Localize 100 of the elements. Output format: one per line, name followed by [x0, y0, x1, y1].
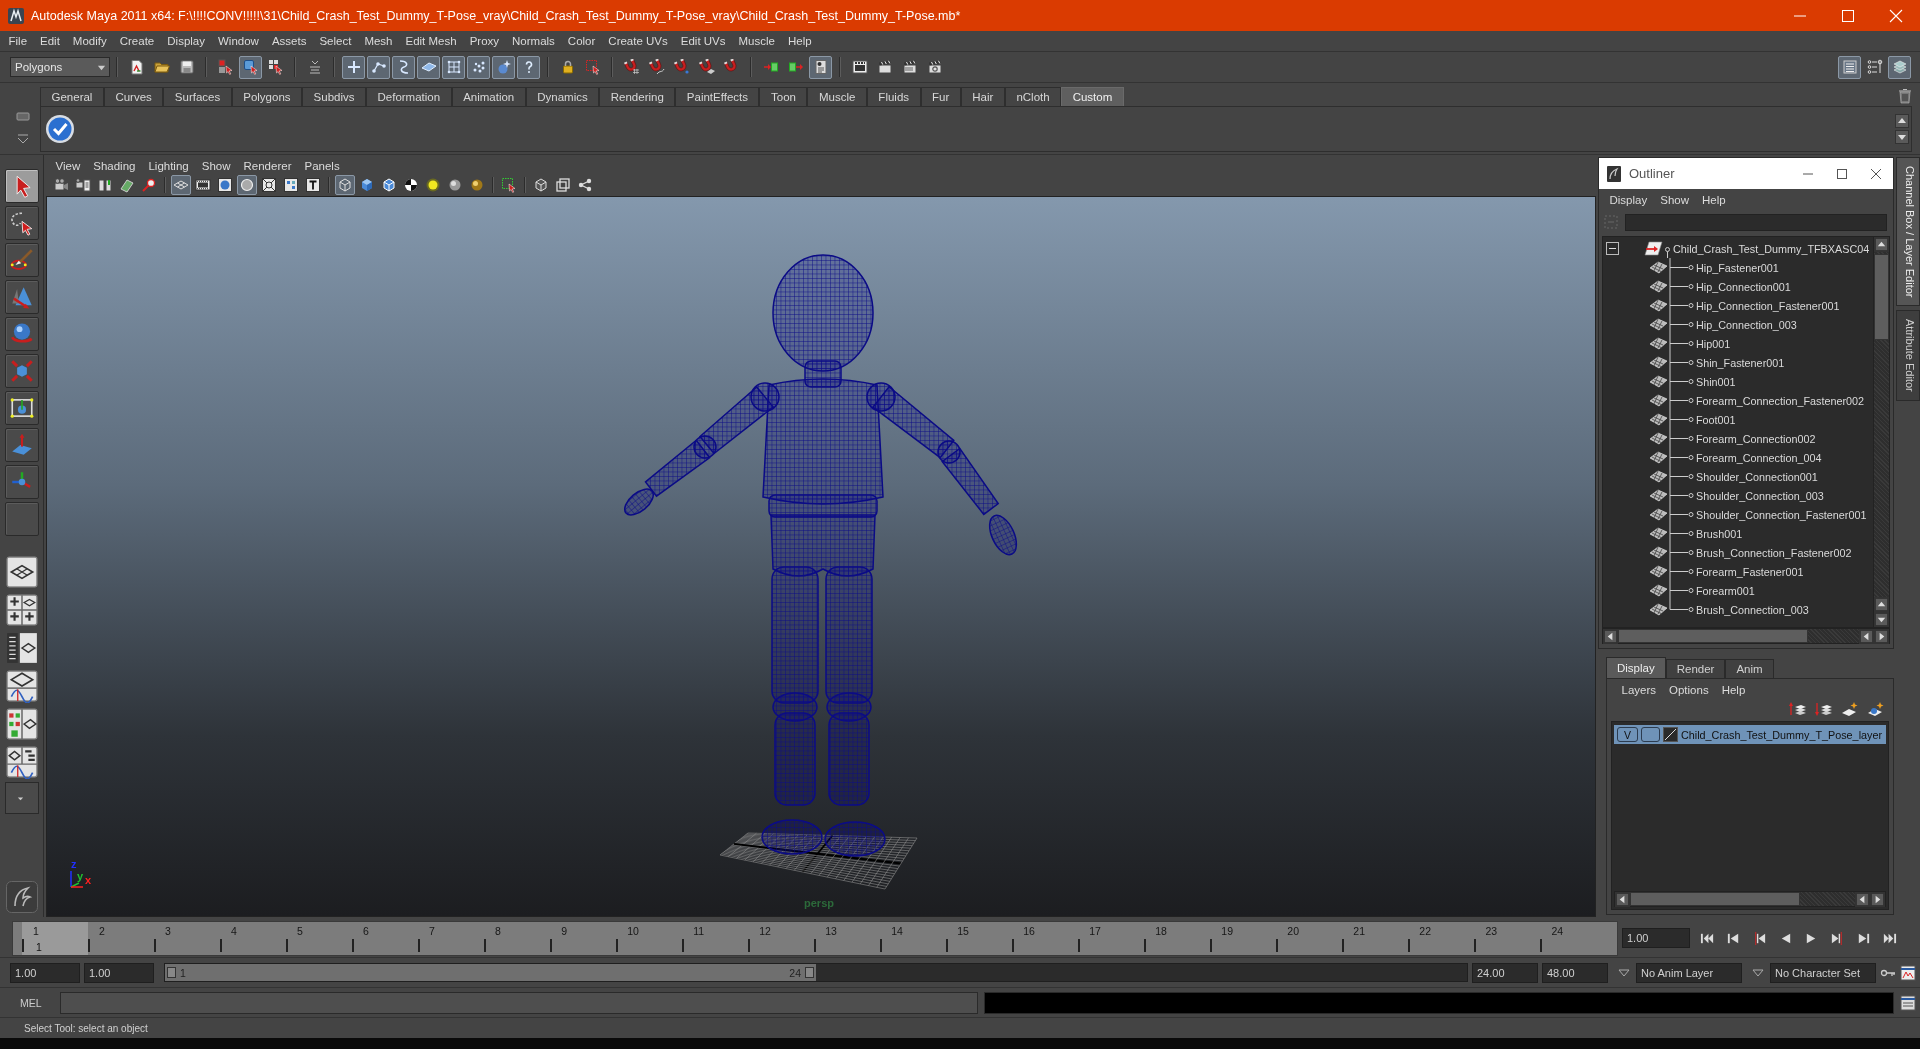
toolbar-button[interactable]	[467, 55, 490, 79]
time-slider[interactable]: 1 1 2 3 4 5 6 7 8 9 10 11 12 13 14 15 16 17 18 19 20 21 22 23 24	[12, 920, 1618, 956]
playback-end-field[interactable]: 24.00	[1472, 962, 1538, 983]
caret-icon[interactable]	[1752, 967, 1764, 978]
menu-item[interactable]: Create	[113, 35, 161, 47]
tool-button[interactable]	[4, 354, 39, 388]
menu-item[interactable]: Panels	[297, 159, 347, 172]
shelf-tab[interactable]: nCloth	[1004, 87, 1062, 106]
menu-item[interactable]: Muscle	[732, 35, 782, 47]
menu-item[interactable]: Edit	[33, 35, 67, 47]
menu-item[interactable]: Renderer	[237, 159, 298, 172]
menu-item[interactable]: Assets	[265, 35, 313, 47]
start-time-field[interactable]: 1.00	[10, 962, 80, 983]
end-time-field[interactable]: 48.00	[1542, 962, 1608, 983]
stack-arrow-down-icon[interactable]	[1815, 701, 1833, 717]
scroll-up-icon[interactable]	[1874, 237, 1889, 252]
shelf-tab[interactable]: Surfaces	[163, 87, 232, 106]
outliner-item[interactable]: Foot001	[1696, 413, 1736, 426]
diagonal-swatch-icon[interactable]	[1663, 727, 1678, 742]
tool-button[interactable]	[4, 169, 39, 203]
layout-button[interactable]	[4, 707, 39, 741]
anim-layer-dropdown[interactable]: No Anim Layer	[1636, 962, 1742, 983]
outliner-item[interactable]: Hip001	[1696, 337, 1731, 350]
menu-item[interactable]: Mesh	[357, 35, 399, 47]
toolbar-button[interactable]	[1838, 55, 1861, 79]
menu-item[interactable]: Window	[211, 35, 266, 47]
scroll-left-icon[interactable]	[1603, 629, 1618, 644]
outliner-item[interactable]: Forearm001	[1696, 584, 1755, 597]
menu-item[interactable]: Layers	[1615, 684, 1663, 696]
scroll-left-icon[interactable]	[1615, 892, 1630, 907]
shelf-tab[interactable]: Rendering	[599, 87, 676, 106]
menu-item[interactable]: Help	[1695, 193, 1733, 206]
outliner-item[interactable]: Shoulder_Connection_003	[1696, 489, 1824, 502]
menu-item[interactable]: Modify	[66, 35, 114, 47]
outliner-item[interactable]: Hip_Connection_Fastener001	[1696, 299, 1840, 312]
toolbar-button[interactable]	[367, 55, 390, 79]
toolbar-button[interactable]	[417, 55, 440, 79]
outliner-item[interactable]: Hip_Connection_003	[1696, 318, 1797, 331]
range-handle-icon[interactable]	[167, 967, 176, 978]
close-icon[interactable]	[1870, 167, 1882, 180]
toolbar-button[interactable]	[303, 175, 323, 195]
tool-button[interactable]	[4, 243, 39, 277]
menu-item[interactable]: Create UVs	[601, 35, 675, 47]
menu-item[interactable]: Normals	[505, 35, 562, 47]
menu-item[interactable]: File	[2, 35, 34, 47]
tool-button[interactable]	[4, 391, 39, 425]
tool-button[interactable]	[4, 206, 39, 240]
scroll-thumb[interactable]	[1618, 629, 1808, 643]
menu-item[interactable]: Show	[195, 159, 237, 172]
layout-button[interactable]	[4, 593, 39, 627]
maximize-icon[interactable]	[1836, 167, 1848, 180]
outliner-item[interactable]: Brush_Connection_003	[1696, 603, 1809, 616]
outliner-item[interactable]: Shin001	[1696, 375, 1736, 388]
menu-item[interactable]: Show	[1653, 193, 1696, 206]
scroll-right-icon[interactable]	[1870, 892, 1885, 907]
command-input[interactable]	[60, 991, 978, 1014]
trash-icon[interactable]	[1898, 88, 1912, 104]
menu-item[interactable]: Help	[1715, 684, 1752, 696]
outliner-item[interactable]: Brush001	[1696, 527, 1743, 540]
menu-item[interactable]: View	[49, 159, 87, 172]
language-toggle[interactable]: MEL	[10, 992, 54, 1013]
outliner-item[interactable]: Hip_Connection001	[1696, 280, 1791, 293]
tool-button[interactable]	[4, 428, 39, 462]
horizontal-scrollbar[interactable]	[1602, 628, 1890, 644]
scroll-thumb[interactable]	[1630, 892, 1800, 906]
editor-tab[interactable]: Anim	[1725, 659, 1774, 678]
layout-button[interactable]	[4, 669, 39, 703]
toolbar-button[interactable]	[809, 55, 832, 79]
menu-item[interactable]: Color	[561, 35, 602, 47]
shelf-tab[interactable]: Toon	[759, 87, 808, 106]
menu-item[interactable]: Help	[781, 35, 819, 47]
scroll-up-icon[interactable]	[1895, 114, 1909, 128]
tool-button[interactable]	[4, 465, 39, 499]
graph-window-icon[interactable]	[1900, 964, 1916, 981]
outliner-item[interactable]: Brush_Connection_Fastener002	[1696, 546, 1852, 559]
shelf-tab[interactable]: Fur	[920, 87, 961, 106]
menu-item[interactable]: Edit UVs	[674, 35, 733, 47]
outliner-item[interactable]: Forearm_Fastener001	[1696, 565, 1804, 578]
side-tab[interactable]: Attribute Editor	[1896, 310, 1920, 402]
scroll-left-icon[interactable]	[1859, 629, 1874, 644]
window-icon[interactable]	[1900, 994, 1916, 1011]
toolbar-button[interactable]	[442, 55, 465, 79]
menu-item[interactable]: Shading	[86, 159, 142, 172]
menu-item[interactable]: Options	[1662, 684, 1716, 696]
shelf-tab[interactable]: PaintEffects	[675, 87, 760, 106]
shelf-tab[interactable]: Custom	[1061, 87, 1124, 106]
shelf-tab[interactable]: Polygons	[231, 87, 303, 106]
editor-tab[interactable]: Render	[1665, 659, 1726, 678]
checkmark-icon[interactable]	[45, 114, 75, 144]
outliner-item[interactable]: Shin_Fastener001	[1696, 356, 1785, 369]
outliner-item[interactable]: Hip_Fastener001	[1696, 261, 1779, 274]
shelf-tab[interactable]: Curves	[103, 87, 164, 106]
shelf-tab[interactable]: Animation	[451, 87, 526, 106]
toolbar-button[interactable]	[392, 55, 415, 79]
collapse-icon[interactable]	[1606, 242, 1619, 255]
toolbar-button[interactable]	[517, 55, 540, 79]
outliner-item[interactable]: Forearm_Connection002	[1696, 432, 1816, 445]
tool-button[interactable]	[4, 280, 39, 314]
toolbar-button[interactable]	[215, 175, 235, 195]
scroll-right-icon[interactable]	[1874, 629, 1889, 644]
